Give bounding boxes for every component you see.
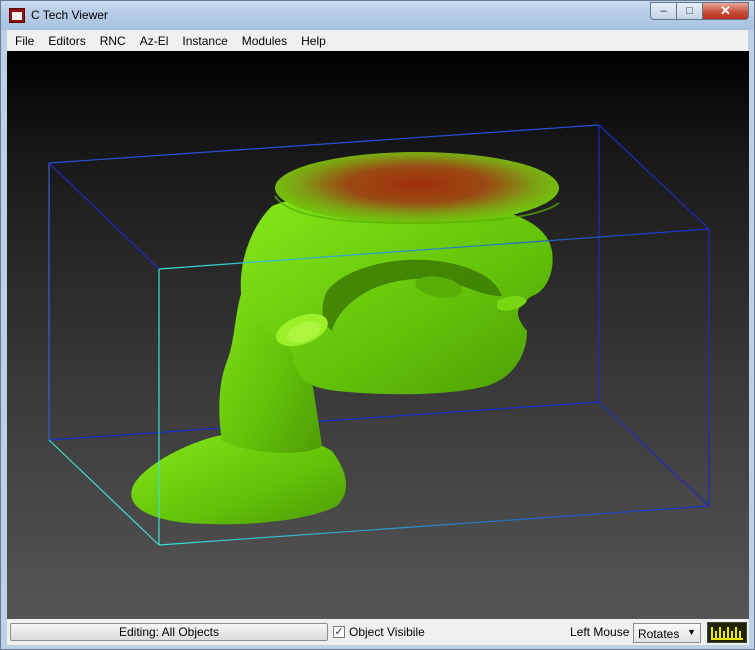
3d-viewport[interactable]: [7, 51, 749, 619]
chevron-down-icon: ▼: [687, 627, 696, 637]
minimize-button[interactable]: –: [650, 2, 677, 20]
app-icon[interactable]: [9, 8, 25, 23]
isosurface-object: [131, 152, 560, 525]
object-visible-checkbox[interactable]: ✓: [333, 626, 345, 638]
menu-help[interactable]: Help: [293, 34, 332, 48]
menu-file[interactable]: File: [7, 34, 40, 48]
meter-bars-icon: [708, 623, 746, 642]
window-controls: – □ ✕: [650, 2, 749, 21]
object-visible-label: Object Visibile: [349, 625, 425, 639]
app-window: C Tech Viewer – □ ✕ File Editors RNC Az-…: [0, 0, 755, 650]
menu-modules[interactable]: Modules: [234, 34, 293, 48]
menu-editors[interactable]: Editors: [40, 34, 91, 48]
editing-objects-button[interactable]: Editing: All Objects: [10, 623, 328, 641]
close-button[interactable]: ✕: [703, 2, 749, 20]
menu-bar: File Editors RNC Az-El Instance Modules …: [7, 30, 748, 52]
menu-az-el[interactable]: Az-El: [132, 34, 175, 48]
window-title: C Tech Viewer: [31, 8, 108, 22]
left-mouse-mode-select[interactable]: Rotates ▼: [633, 623, 701, 643]
menu-instance[interactable]: Instance: [174, 34, 233, 48]
title-bar[interactable]: C Tech Viewer – □ ✕: [1, 1, 754, 30]
scene-render: [48, 124, 710, 546]
left-mouse-label: Left Mouse: [570, 625, 630, 639]
maximize-button[interactable]: □: [677, 2, 703, 20]
object-visible-toggle[interactable]: ✓ Object Visibile: [333, 625, 425, 639]
performance-meter[interactable]: [707, 622, 747, 643]
left-mouse-mode-value: Rotates: [638, 627, 680, 641]
menu-rnc[interactable]: RNC: [92, 34, 132, 48]
status-bar: Editing: All Objects ✓ Object Visibile L…: [7, 619, 749, 645]
